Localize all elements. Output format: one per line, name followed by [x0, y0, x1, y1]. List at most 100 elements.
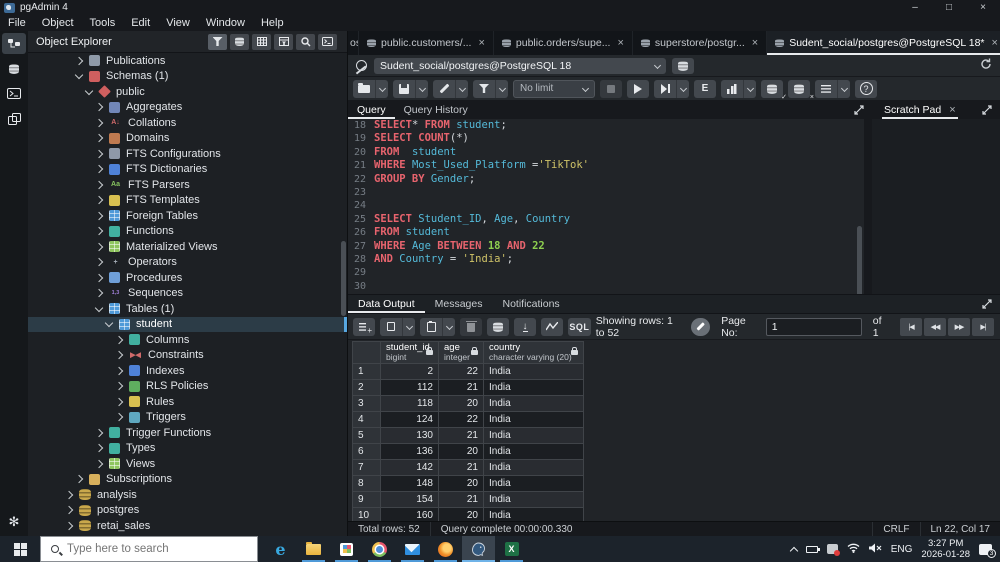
expander-icon[interactable] — [74, 71, 84, 80]
tree-item-aggregates[interactable]: Aggregates — [28, 100, 347, 116]
tree-item-schemas-1[interactable]: Schemas (1) — [28, 69, 347, 85]
start-button[interactable] — [0, 536, 40, 562]
editor-line-27[interactable]: 27 WHERE Age BETWEEN 18 AND 22 — [348, 240, 864, 253]
taskbar-search[interactable] — [40, 536, 258, 562]
recorder-tray-icon[interactable] — [826, 544, 840, 556]
row-number[interactable]: 4 — [352, 411, 381, 428]
row-number[interactable]: 2 — [352, 379, 381, 396]
cell[interactable]: 136 — [380, 443, 439, 460]
taskbar-app-mail[interactable] — [396, 536, 429, 562]
sql-editor[interactable]: 18 SELECT* FROM student; 19 SELECT COUNT(*)… — [348, 119, 864, 294]
paste-menu-button[interactable] — [442, 317, 455, 336]
cell[interactable]: 21 — [438, 491, 484, 508]
taskbar-app-excel[interactable]: X — [495, 536, 528, 562]
view-data-button[interactable] — [252, 33, 271, 50]
download-button[interactable]: ↓ — [514, 317, 536, 336]
row-number[interactable]: 9 — [352, 491, 381, 508]
taskbar-app-edge[interactable]: e — [264, 536, 297, 562]
tree-item-trigger-functions[interactable]: Trigger Functions — [28, 425, 347, 441]
cell[interactable]: India — [483, 475, 584, 492]
taskbar-app-explorer[interactable] — [297, 536, 330, 562]
first-page-button[interactable]: |◀ — [900, 317, 923, 336]
tree-item-procedures[interactable]: Procedures — [28, 270, 347, 286]
tree-item-analysis[interactable]: analysis — [28, 487, 347, 503]
menu-window[interactable]: Window — [198, 15, 253, 31]
tree-item-functions[interactable]: Functions — [28, 224, 347, 240]
cell[interactable]: 20 — [438, 443, 484, 460]
expander-icon[interactable] — [94, 258, 104, 267]
cell[interactable]: 2 — [380, 363, 439, 380]
cell[interactable]: India — [483, 363, 584, 380]
expander-icon[interactable] — [74, 475, 84, 484]
cell[interactable]: 21 — [438, 427, 484, 444]
row-number[interactable]: 3 — [352, 395, 381, 412]
expander-icon[interactable] — [94, 149, 104, 158]
tree-item-columns[interactable]: Columns — [28, 332, 347, 348]
row-number[interactable]: 10 — [352, 507, 381, 521]
expander-icon[interactable] — [104, 319, 114, 328]
tree-item-fts-templates[interactable]: FTS Templates — [28, 193, 347, 209]
paste-button[interactable] — [420, 317, 442, 336]
search-input[interactable] — [67, 543, 237, 555]
expand-output-icon[interactable] — [982, 299, 992, 309]
panels-rail-icon[interactable] — [2, 108, 26, 129]
tree-item-views[interactable]: Views — [28, 456, 347, 472]
scratch-pad-area[interactable] — [872, 119, 1000, 294]
cell[interactable]: 20 — [438, 475, 484, 492]
tree-item-constraints[interactable]: ▶◀ Constraints — [28, 348, 347, 364]
taskbar-app-store[interactable] — [330, 536, 363, 562]
cell[interactable]: 112 — [380, 379, 439, 396]
column-header-age[interactable]: age integer — [438, 341, 484, 364]
explain-analyze-button[interactable] — [721, 79, 743, 98]
editor-tab-superstore-postgr[interactable]: superstore/postgr... × — [633, 31, 768, 55]
expander-icon[interactable] — [84, 86, 94, 95]
cell[interactable]: India — [483, 443, 584, 460]
editor-line-18[interactable]: 18 SELECT* FROM student; — [348, 119, 864, 132]
open-file-menu-button[interactable] — [375, 79, 388, 98]
language-indicator[interactable]: ENG — [891, 544, 913, 555]
column-header-country[interactable]: country character varying (20) — [483, 341, 584, 364]
cell[interactable]: India — [483, 459, 584, 476]
editor-line-26[interactable]: 26 FROM student — [348, 226, 864, 239]
expander-icon[interactable] — [114, 397, 124, 406]
edit-rows-button[interactable] — [690, 317, 711, 336]
wifi-icon[interactable] — [847, 540, 860, 558]
execute-script-button[interactable] — [654, 79, 676, 98]
expander-icon[interactable] — [94, 211, 104, 220]
graph-visualiser-button[interactable] — [541, 317, 563, 336]
query-tool-rail-icon[interactable] — [2, 58, 26, 79]
cell[interactable]: 20 — [438, 395, 484, 412]
expander-icon[interactable] — [74, 56, 84, 65]
editor-line-23[interactable]: 23 — [348, 186, 864, 199]
last-page-button[interactable]: ▶| — [972, 317, 995, 336]
refresh-tree-button[interactable] — [230, 33, 249, 50]
sql-button[interactable]: SQL — [568, 317, 591, 336]
cell[interactable]: 20 — [438, 507, 484, 521]
filter-button[interactable] — [208, 33, 227, 50]
tree-item-domains[interactable]: Domains — [28, 131, 347, 147]
expander-icon[interactable] — [94, 118, 104, 127]
editor-tab-ostgr[interactable]: ostgr...× — [348, 31, 359, 55]
close-icon[interactable]: × — [992, 37, 998, 49]
row-number[interactable]: 6 — [352, 443, 381, 460]
expander-icon[interactable] — [94, 227, 104, 236]
tree-item-rules[interactable]: Rules — [28, 394, 347, 410]
menu-tools[interactable]: Tools — [82, 15, 124, 31]
refresh-layout-icon[interactable] — [980, 57, 992, 75]
editor-line-29[interactable]: 29 — [348, 266, 864, 279]
open-file-button[interactable] — [353, 79, 375, 98]
filter-button[interactable] — [473, 79, 495, 98]
battery-icon[interactable] — [805, 545, 820, 553]
expander-icon[interactable] — [114, 382, 124, 391]
eol-indicator[interactable]: CRLF — [872, 522, 919, 536]
editor-line-21[interactable]: 21 WHERE Most_Used_Platform ='TikTok' — [348, 159, 864, 172]
tree-item-fts-configurations[interactable]: FTS Configurations — [28, 146, 347, 162]
expander-icon[interactable] — [94, 196, 104, 205]
add-row-button[interactable] — [353, 317, 375, 336]
menu-help[interactable]: Help — [253, 15, 292, 31]
tree-item-student[interactable]: student — [28, 316, 347, 332]
clock[interactable]: 3:27 PM 2026-01-28 — [921, 538, 970, 560]
editor-line-20[interactable]: 20 FROM student — [348, 146, 864, 159]
filter-menu-button[interactable] — [495, 79, 508, 98]
expander-icon[interactable] — [114, 413, 124, 422]
